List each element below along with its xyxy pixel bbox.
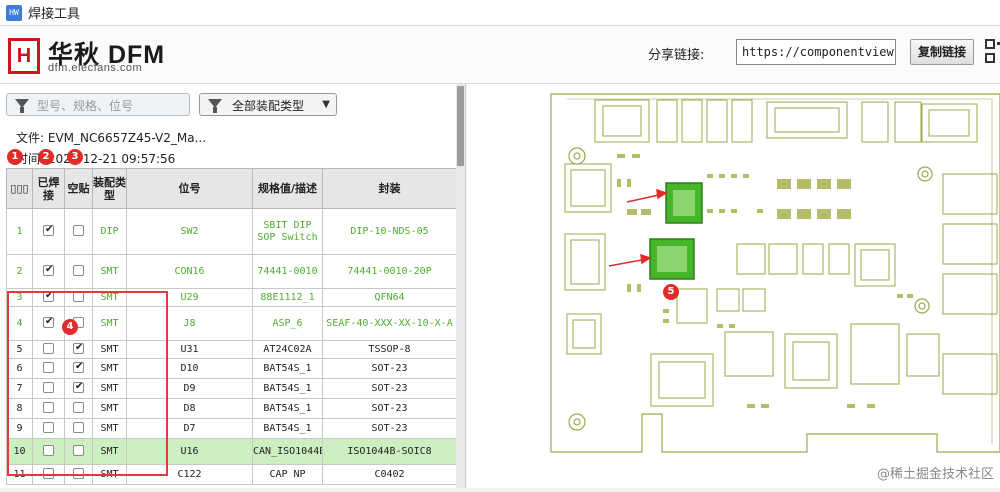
ref-designator-cell: CON16 <box>126 254 253 289</box>
search-placeholder: 型号、规格、位号 <box>37 99 134 113</box>
soldered-cell <box>32 254 65 289</box>
window-title: 焊接工具 <box>28 7 81 22</box>
qr-code-icon[interactable] <box>985 38 1000 66</box>
ref-designator-cell: SW2 <box>126 208 253 255</box>
package-cell: SEAF-40-XXX-XX-10-X-A <box>322 306 457 341</box>
table-row[interactable]: 2 SMTCON1674441-001074441-0010-20P <box>6 254 457 289</box>
bom-panel: 型号、规格、位号 全部装配类型 ▼ 文件: EVM_NC6657Z45-V2_M… <box>0 84 466 488</box>
annotation-badge-2: 2 <box>38 149 54 165</box>
spec-cell: CAP NP <box>252 464 323 485</box>
annotation-badge-4: 4 <box>62 319 78 335</box>
copy-link-button[interactable]: 复制链接 <box>910 39 974 65</box>
spec-cell: 74441-0010 <box>252 254 323 289</box>
vertical-scrollbar[interactable] <box>456 84 465 488</box>
package-cell: SOT-23 <box>322 398 457 419</box>
package-cell: DIP-10-NDS-05 <box>322 208 457 255</box>
row-index: 2 <box>6 254 33 289</box>
assembly-type-cell: DIP <box>92 208 127 255</box>
share-url-field[interactable]: https://componentview <box>736 39 896 65</box>
column-header-package[interactable]: 封装 <box>322 168 457 209</box>
spec-cell: BAT54S_1 <box>252 378 323 399</box>
pcb-viewer[interactable]: 5 @稀土掘金技术社区 <box>467 84 1000 488</box>
spec-cell: ASP_6 <box>252 306 323 341</box>
pcb-connectors <box>564 99 998 407</box>
package-cell: 74441-0010-20P <box>322 254 457 289</box>
spec-cell: 88E1112_1 <box>252 288 323 307</box>
scrollbar-thumb[interactable] <box>457 86 464 166</box>
empty-checkbox[interactable] <box>73 225 84 237</box>
filter-icon <box>208 99 222 113</box>
table-header-row: ▯▯▯ 已焊接 空贴 装配类型 位号 规格值/描述 封装 <box>6 168 457 209</box>
package-cell: SOT-23 <box>322 378 457 399</box>
column-header-type[interactable]: 装配类型 <box>92 168 127 209</box>
package-cell: TSSOP-8 <box>322 340 457 359</box>
package-cell: ISO1044B-SOIC8 <box>322 438 457 465</box>
spec-cell: SBIT DIP SOP Switch <box>252 208 323 255</box>
spec-cell: BAT54S_1 <box>252 398 323 419</box>
column-header-soldered[interactable]: 已焊接 <box>32 168 65 209</box>
package-cell: QFN64 <box>322 288 457 307</box>
app-header: H 华秋 DFM dfm.elecfans.com 分享链接: https://… <box>0 26 1000 84</box>
search-input[interactable]: 型号、规格、位号 <box>6 93 190 116</box>
pcb-board-outline <box>550 93 1000 453</box>
spec-cell: CAN_ISO1044B <box>252 438 323 465</box>
file-name: 文件: EVM_NC6657Z45-V2_Ma... <box>16 131 207 145</box>
assembly-type-cell: SMT <box>92 254 127 289</box>
assembly-type-value: 全部装配类型 <box>232 99 305 113</box>
empty-cell <box>64 254 93 289</box>
spec-cell: AT24C02A <box>252 340 323 359</box>
chevron-down-icon: ▼ <box>322 99 330 110</box>
watermark-text: @稀土掘金技术社区 <box>876 467 994 482</box>
column-header-spec[interactable]: 规格值/描述 <box>252 168 323 209</box>
annotation-box <box>7 291 168 476</box>
empty-cell <box>64 208 93 255</box>
spec-cell: BAT54S_1 <box>252 358 323 379</box>
annotation-badge-1: 1 <box>7 149 23 165</box>
package-cell: C0402 <box>322 464 457 485</box>
soldered-checkbox[interactable] <box>43 224 54 237</box>
annotation-badge-3: 3 <box>67 149 83 165</box>
column-header-columns[interactable]: ▯▯▯ <box>6 168 33 209</box>
empty-checkbox[interactable] <box>73 265 84 277</box>
logo-subtitle: dfm.elecfans.com <box>48 62 143 74</box>
annotation-badge-5: 5 <box>663 284 679 300</box>
package-cell: SOT-23 <box>322 418 457 439</box>
column-header-empty[interactable]: 空贴 <box>64 168 93 209</box>
pcb-canvas[interactable] <box>467 84 1000 488</box>
filter-icon <box>15 99 29 113</box>
spec-cell: BAT54S_1 <box>252 418 323 439</box>
soldered-cell <box>32 208 65 255</box>
logo-mark: H <box>8 38 40 74</box>
package-cell: SOT-23 <box>322 358 457 379</box>
app-icon: HW <box>6 4 22 21</box>
soldered-checkbox[interactable] <box>43 264 54 277</box>
column-header-ref[interactable]: 位号 <box>126 168 253 209</box>
table-row[interactable]: 1 DIPSW2SBIT DIP SOP SwitchDIP-10-NDS-05 <box>6 208 457 255</box>
row-index: 1 <box>6 208 33 255</box>
share-label: 分享链接: <box>648 48 705 63</box>
assembly-type-select[interactable]: 全部装配类型 ▼ <box>199 93 337 116</box>
title-bar: HW 焊接工具 <box>0 0 1000 26</box>
